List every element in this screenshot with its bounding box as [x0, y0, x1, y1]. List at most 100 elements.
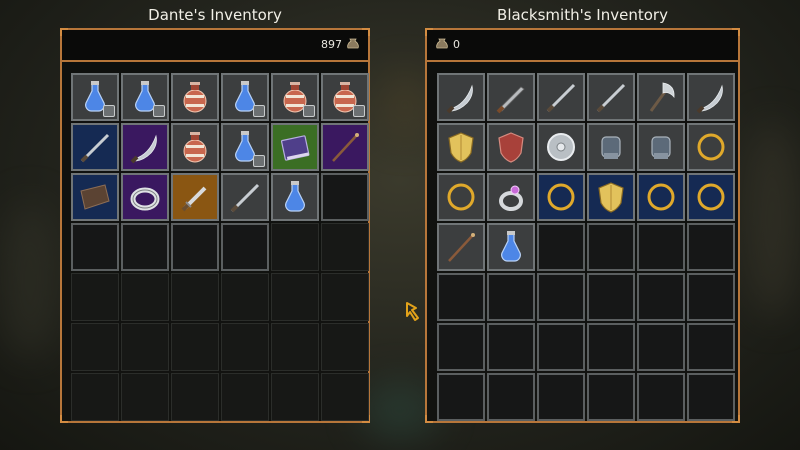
player-slot-28[interactable]	[271, 273, 319, 321]
player-slot-11[interactable]	[321, 123, 369, 171]
staff-icon	[448, 233, 475, 262]
blue-potion-icon	[285, 181, 305, 212]
merchant-slot-40[interactable]	[637, 373, 685, 421]
merchant-slot-25[interactable]	[487, 273, 535, 321]
player-slot-18[interactable]	[71, 223, 119, 271]
player-slot-2[interactable]	[171, 73, 219, 121]
player-slot-39[interactable]	[221, 373, 269, 421]
merchant-slot-1[interactable]	[487, 73, 535, 121]
serrated-sword-icon	[496, 86, 525, 114]
player-slot-19[interactable]	[121, 223, 169, 271]
merchant-slot-22[interactable]	[637, 223, 685, 271]
hand-cursor-icon	[406, 302, 419, 321]
player-slot-30[interactable]	[71, 323, 119, 371]
merchant-slot-41[interactable]	[687, 373, 735, 421]
player-slot-27[interactable]	[221, 273, 269, 321]
stack-count-badge	[153, 105, 165, 117]
spellbook-icon	[280, 135, 310, 161]
merchant-slot-9[interactable]	[587, 123, 635, 171]
merchant-slot-38[interactable]	[537, 373, 585, 421]
merchant-slot-16[interactable]	[637, 173, 685, 221]
player-slot-8[interactable]	[171, 123, 219, 171]
merchant-inventory-grid	[437, 73, 735, 421]
player-slot-5[interactable]	[321, 73, 369, 121]
merchant-slot-24[interactable]	[437, 273, 485, 321]
player-slot-22[interactable]	[271, 223, 319, 271]
merchant-slot-10[interactable]	[637, 123, 685, 171]
player-slot-3[interactable]	[221, 73, 269, 121]
player-slot-16[interactable]	[271, 173, 319, 221]
player-slot-25[interactable]	[121, 273, 169, 321]
merchant-slot-26[interactable]	[537, 273, 585, 321]
merchant-slot-5[interactable]	[687, 73, 735, 121]
player-slot-14[interactable]	[171, 173, 219, 221]
merchant-slot-35[interactable]	[687, 323, 735, 371]
merchant-slot-32[interactable]	[537, 323, 585, 371]
player-slot-9[interactable]	[221, 123, 269, 171]
merchant-slot-31[interactable]	[487, 323, 535, 371]
player-slot-31[interactable]	[121, 323, 169, 371]
player-slot-33[interactable]	[221, 323, 269, 371]
player-slot-23[interactable]	[321, 223, 369, 271]
player-slot-7[interactable]	[121, 123, 169, 171]
player-slot-1[interactable]	[121, 73, 169, 121]
merchant-slot-14[interactable]	[537, 173, 585, 221]
merchant-slot-11[interactable]	[687, 123, 735, 171]
merchant-slot-7[interactable]	[487, 123, 535, 171]
player-slot-12[interactable]	[71, 173, 119, 221]
gold-ring-icon	[697, 133, 725, 161]
merchant-slot-21[interactable]	[587, 223, 635, 271]
merchant-slot-17[interactable]	[687, 173, 735, 221]
merchant-slot-4[interactable]	[637, 73, 685, 121]
player-gold-count: 897	[321, 38, 342, 51]
player-slot-24[interactable]	[71, 273, 119, 321]
merchant-slot-0[interactable]	[437, 73, 485, 121]
merchant-slot-34[interactable]	[637, 323, 685, 371]
stack-count-badge	[103, 105, 115, 117]
merchant-slot-8[interactable]	[537, 123, 585, 171]
merchant-slot-18[interactable]	[437, 223, 485, 271]
merchant-slot-12[interactable]	[437, 173, 485, 221]
merchant-slot-23[interactable]	[687, 223, 735, 271]
merchant-slot-36[interactable]	[437, 373, 485, 421]
merchant-slot-19[interactable]	[487, 223, 535, 271]
player-slot-21[interactable]	[221, 223, 269, 271]
player-slot-6[interactable]	[71, 123, 119, 171]
player-slot-37[interactable]	[121, 373, 169, 421]
merchant-gold-count: 0	[453, 38, 460, 51]
shortsword-icon	[181, 186, 207, 212]
player-slot-40[interactable]	[271, 373, 319, 421]
player-slot-17[interactable]	[321, 173, 369, 221]
merchant-inventory-panel: 0	[425, 28, 740, 423]
player-slot-26[interactable]	[171, 273, 219, 321]
merchant-slot-3[interactable]	[587, 73, 635, 121]
merchant-slot-33[interactable]	[587, 323, 635, 371]
player-slot-20[interactable]	[171, 223, 219, 271]
merchant-slot-6[interactable]	[437, 123, 485, 171]
merchant-slot-27[interactable]	[587, 273, 635, 321]
merchant-slot-39[interactable]	[587, 373, 635, 421]
merchant-slot-15[interactable]	[587, 173, 635, 221]
player-slot-32[interactable]	[171, 323, 219, 371]
player-slot-15[interactable]	[221, 173, 269, 221]
merchant-slot-2[interactable]	[537, 73, 585, 121]
sword-icon	[596, 83, 626, 113]
gauntlet-icon	[651, 136, 671, 159]
player-slot-4[interactable]	[271, 73, 319, 121]
merchant-slot-20[interactable]	[537, 223, 585, 271]
merchant-slot-28[interactable]	[637, 273, 685, 321]
player-slot-10[interactable]	[271, 123, 319, 171]
player-slot-38[interactable]	[171, 373, 219, 421]
player-slot-34[interactable]	[271, 323, 319, 371]
merchant-slot-37[interactable]	[487, 373, 535, 421]
player-slot-29[interactable]	[321, 273, 369, 321]
player-slot-13[interactable]	[121, 173, 169, 221]
player-slot-41[interactable]	[321, 373, 369, 421]
player-slot-0[interactable]	[71, 73, 119, 121]
scimitar-icon	[696, 84, 723, 114]
player-slot-35[interactable]	[321, 323, 369, 371]
player-slot-36[interactable]	[71, 373, 119, 421]
merchant-slot-30[interactable]	[437, 323, 485, 371]
merchant-slot-29[interactable]	[687, 273, 735, 321]
merchant-slot-13[interactable]	[487, 173, 535, 221]
